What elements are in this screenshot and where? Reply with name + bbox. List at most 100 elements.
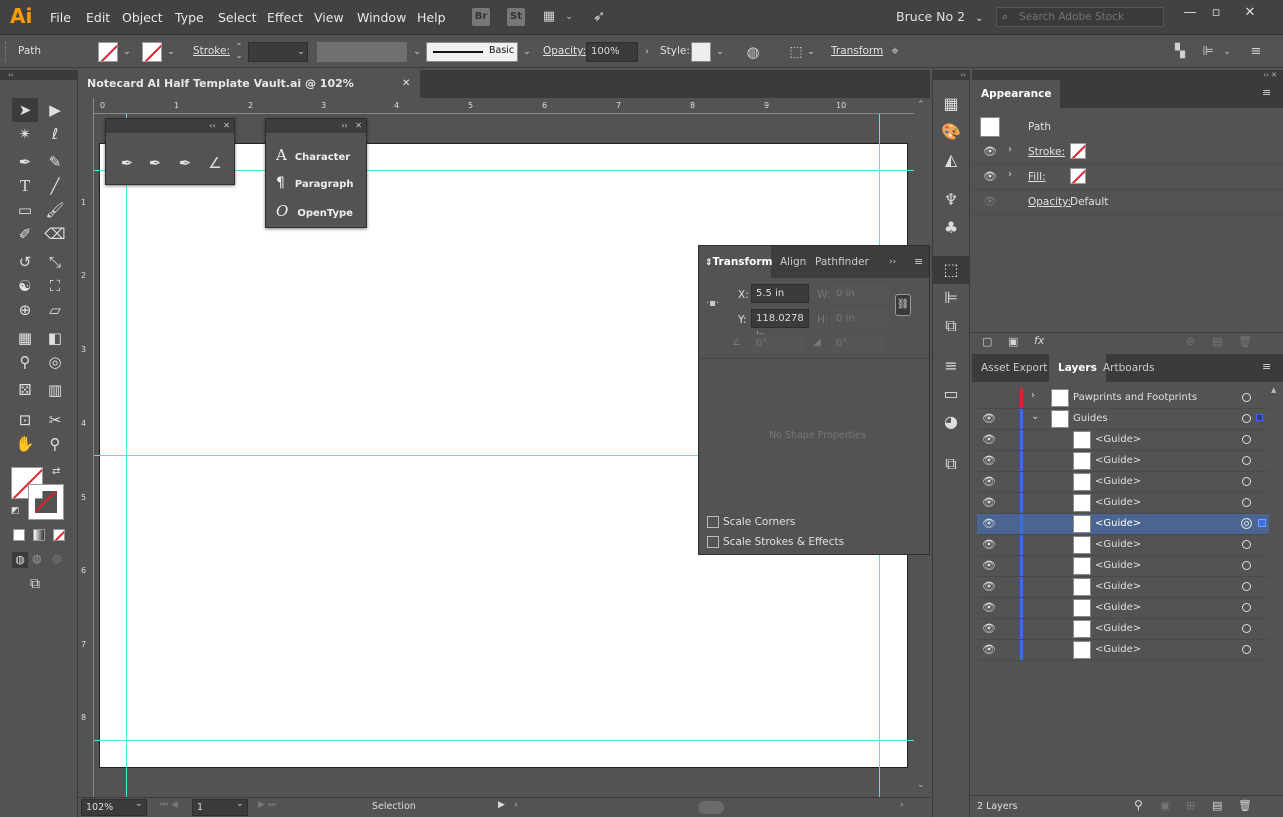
paragraph-panel-button[interactable]: ¶ Paragraph: [276, 169, 354, 197]
chevron-left-icon[interactable]: ‹: [514, 800, 518, 810]
free-transform-tool-icon[interactable]: ⛶: [42, 274, 68, 298]
tab-transform[interactable]: ⇕Transform: [705, 246, 772, 279]
x-field[interactable]: 5.5 in: [751, 284, 809, 303]
menu-window[interactable]: Window: [357, 10, 406, 25]
h-field[interactable]: 0 in: [831, 309, 889, 328]
eye-icon[interactable]: 👁: [982, 580, 996, 593]
stroke-swatch[interactable]: [142, 42, 162, 62]
add-fill-icon[interactable]: ▣: [1008, 335, 1018, 348]
eye-icon[interactable]: 👁: [982, 496, 996, 509]
eye-icon[interactable]: 👁: [982, 412, 996, 425]
target-icon[interactable]: [1242, 540, 1251, 549]
selection-tool-icon[interactable]: ➤: [12, 98, 38, 122]
duplicate-item-icon[interactable]: ▤: [1212, 335, 1222, 348]
hand-tool-icon[interactable]: ✋: [12, 432, 38, 456]
type-tool-icon[interactable]: T: [12, 174, 38, 198]
chevron-down-icon[interactable]: ⌄: [563, 6, 575, 28]
chevron-down-icon[interactable]: ⌄: [713, 42, 727, 62]
stroke-panel-icon[interactable]: ≡: [933, 352, 969, 380]
opacity-row[interactable]: 👁 Opacity: Default: [972, 190, 1283, 215]
constrain-proportions-icon[interactable]: ⛓: [895, 294, 911, 316]
chevron-down-icon[interactable]: ⌄: [135, 799, 143, 809]
stock-search[interactable]: ⌕: [996, 7, 1164, 27]
fill-swatch[interactable]: [1070, 168, 1086, 184]
chevron-down-icon[interactable]: ⌄: [804, 42, 818, 62]
locate-object-icon[interactable]: ⚲: [1134, 798, 1143, 812]
guide-name[interactable]: <Guide>: [1095, 560, 1141, 571]
target-icon[interactable]: [1242, 561, 1251, 570]
guide-row[interactable]: 👁 <Guide>: [977, 619, 1272, 640]
slice-tool-icon[interactable]: ✂: [42, 408, 68, 432]
gradient-panel-icon[interactable]: ▭: [933, 380, 969, 408]
panel-menu-icon[interactable]: ≡: [1262, 360, 1271, 373]
vertical-ruler[interactable]: 1 2 3 4 5 6 7 8: [78, 98, 94, 798]
opacity-label[interactable]: Opacity:: [543, 45, 586, 57]
selection-indicator[interactable]: [1256, 414, 1263, 421]
target-icon[interactable]: [1242, 645, 1251, 654]
rectangle-tool-icon[interactable]: ▭: [12, 198, 38, 222]
eye-icon[interactable]: 👁: [982, 433, 996, 446]
target-icon[interactable]: [1242, 456, 1251, 465]
stroke-label[interactable]: Stroke:: [1028, 146, 1065, 158]
stock-search-input[interactable]: [1019, 11, 1159, 23]
symbols-panel-icon[interactable]: ♣: [933, 214, 969, 242]
shape-builder-tool-icon[interactable]: ⊕: [12, 298, 38, 322]
symbol-sprayer-tool-icon[interactable]: ⚄: [12, 378, 38, 402]
guide-row[interactable]: 👁 <Guide>: [977, 556, 1272, 577]
eye-icon[interactable]: 👁: [982, 517, 996, 530]
tab-align[interactable]: Align: [780, 246, 806, 278]
shear-field[interactable]: 0°: [831, 334, 885, 352]
menu-file[interactable]: File: [50, 10, 71, 25]
guide-name[interactable]: <Guide>: [1095, 581, 1141, 592]
chevron-up-icon[interactable]: ⌃: [917, 100, 925, 110]
panel-menu-icon[interactable]: ≡: [1262, 86, 1271, 99]
reference-point-icon[interactable]: ·▪·: [706, 298, 719, 309]
bridge-button[interactable]: Br: [472, 8, 490, 26]
menu-edit[interactable]: Edit: [86, 10, 110, 25]
target-icon[interactable]: [1242, 414, 1251, 423]
scale-tool-icon[interactable]: ⤡: [42, 250, 68, 274]
pen-tool-icon[interactable]: ✒: [12, 150, 38, 174]
chevron-down-icon[interactable]: ⌄: [520, 42, 534, 62]
chevron-down-icon[interactable]: ⌄: [1031, 411, 1039, 422]
fill-label[interactable]: Fill:: [1028, 171, 1046, 183]
layer-row-pawprints[interactable]: › Pawprints and Footprints: [977, 388, 1272, 409]
guide-name[interactable]: <Guide>: [1095, 644, 1141, 655]
rotate-tool-icon[interactable]: ↺: [12, 250, 38, 274]
maximize-icon[interactable]: ▫: [1206, 5, 1226, 20]
fill-row[interactable]: 👁 › Fill:: [972, 165, 1283, 190]
swap-fill-stroke-icon[interactable]: ⇄: [52, 466, 60, 477]
scale-strokes-checkbox[interactable]: [707, 536, 719, 548]
anchor-point-tool-icon[interactable]: ∠: [202, 151, 228, 175]
screen-mode-icon[interactable]: ⧉: [30, 576, 40, 592]
guide-row[interactable]: 👁 <Guide>: [977, 640, 1272, 661]
draw-normal-icon[interactable]: ◍: [12, 552, 28, 568]
gradient-tool-icon[interactable]: ◧: [42, 326, 68, 350]
opentype-panel-button[interactable]: O OpenType: [276, 197, 353, 225]
guide-horizontal[interactable]: [94, 455, 699, 456]
clipping-mask-icon[interactable]: ▣: [1160, 799, 1170, 812]
arrange-icon[interactable]: ▚: [1170, 41, 1190, 63]
eye-icon[interactable]: 👁: [982, 622, 996, 635]
layer-row-guides[interactable]: 👁 ⌄ Guides: [977, 409, 1272, 430]
shaper-tool-icon[interactable]: ✐: [12, 222, 38, 246]
lasso-tool-icon[interactable]: ℓ: [42, 122, 68, 146]
w-field[interactable]: 0 in: [831, 284, 889, 303]
menu-effect[interactable]: Effect: [267, 10, 303, 25]
scale-corners-checkbox[interactable]: [707, 516, 719, 528]
eye-icon[interactable]: 👁: [983, 145, 997, 158]
pathfinder-panel-icon[interactable]: ⧉: [933, 312, 969, 340]
chevron-right-icon[interactable]: ›: [1031, 390, 1035, 401]
guide-name[interactable]: <Guide>: [1095, 539, 1141, 550]
direct-selection-tool-icon[interactable]: ▶: [42, 98, 68, 122]
y-field[interactable]: 118.0278 in: [751, 309, 809, 342]
clear-appearance-icon[interactable]: ⊘: [1186, 335, 1195, 348]
collapse-icon[interactable]: ›› ✕: [972, 70, 1283, 80]
stroke-swatch[interactable]: [1070, 143, 1086, 159]
align-panel-icon[interactable]: ⊫: [1198, 41, 1218, 63]
menu-type[interactable]: Type: [175, 10, 204, 25]
curvature-tool-icon[interactable]: ✎: [42, 150, 68, 174]
opacity-field[interactable]: 100%: [586, 42, 638, 62]
transform-link[interactable]: Transform: [831, 45, 883, 57]
recolor-artwork-icon[interactable]: ◍: [742, 41, 764, 63]
